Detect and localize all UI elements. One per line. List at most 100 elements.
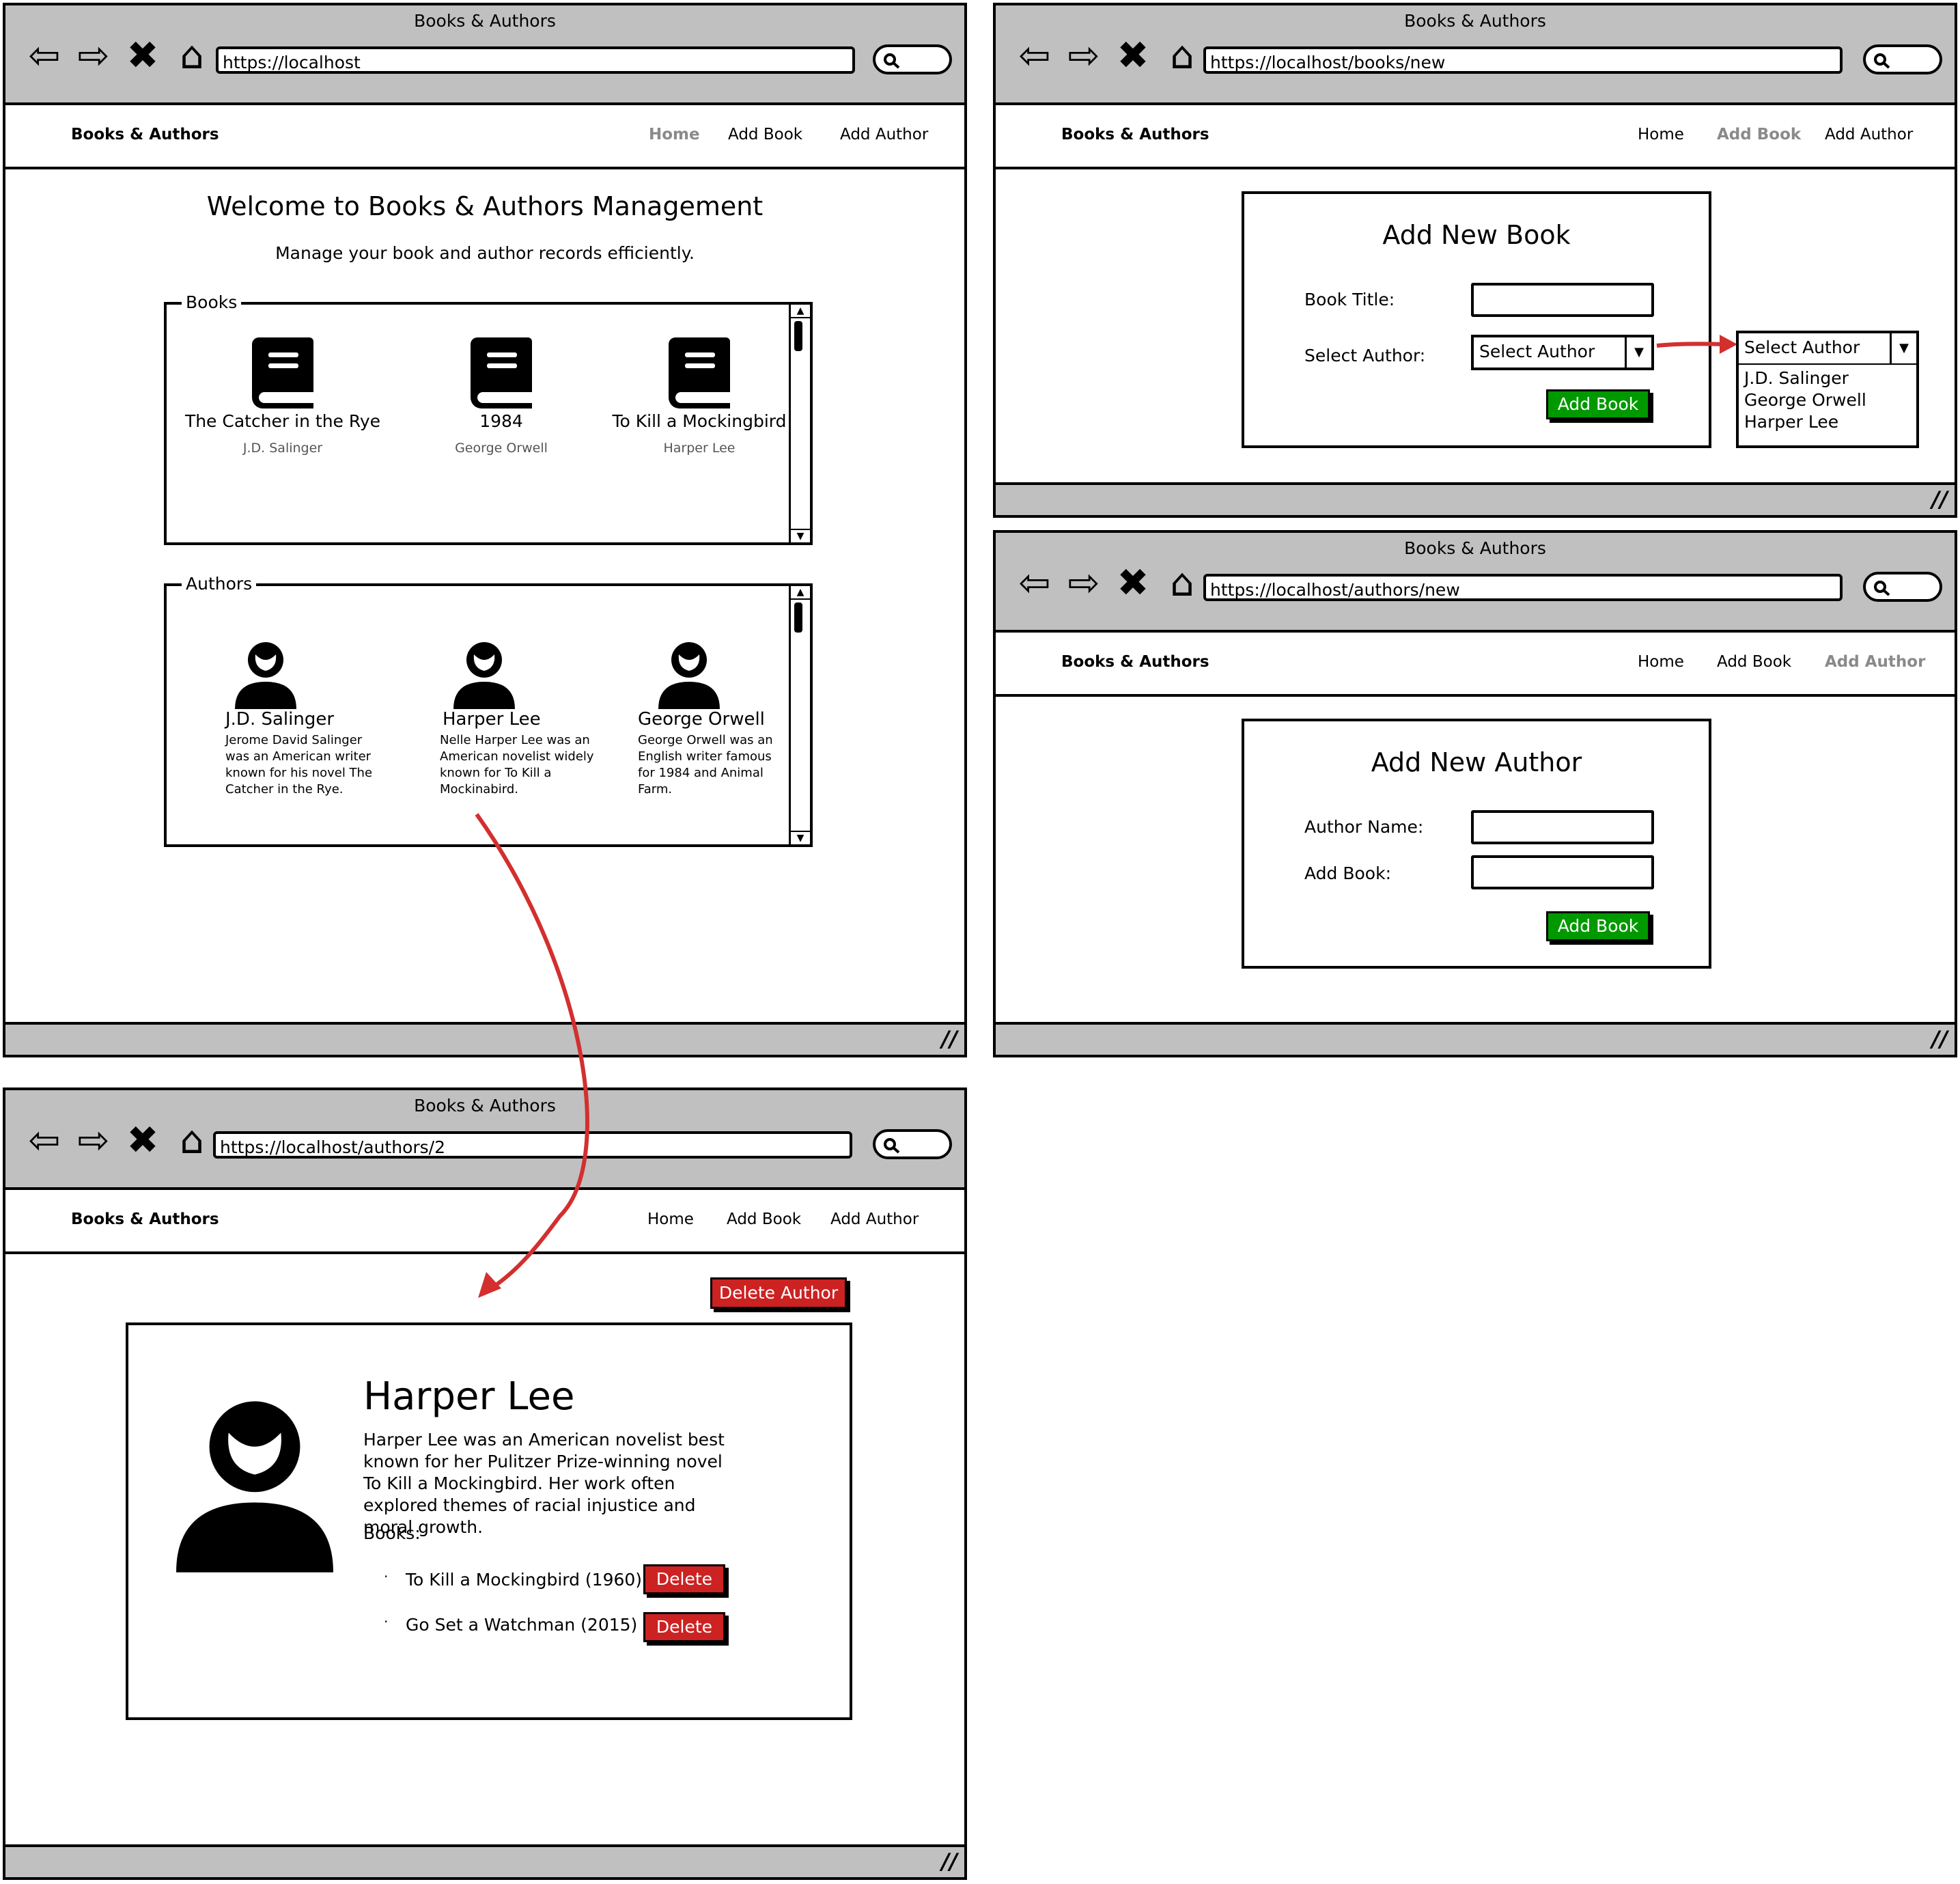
book-author: Harper Lee [663,441,736,456]
back-arrow-icon[interactable]: ⇦ [23,1122,66,1160]
nav-add-author[interactable]: Add Author [1825,126,1913,143]
person-icon [658,642,720,709]
nav-home[interactable]: Home [647,1210,694,1228]
page-subtitle: Manage your book and author records effi… [275,243,695,263]
resize-grip-icon[interactable]: // [1932,1026,1948,1052]
chevron-down-icon[interactable]: ▼ [1625,337,1651,368]
add-author-window: Books & Authors ⇦ ⇨ ✖ ⌂ https://localhos… [993,530,1957,1057]
delete-author-button[interactable]: Delete Author [710,1277,847,1309]
window-title: Books & Authors [1404,538,1546,558]
nav-add-author[interactable]: Add Author [1825,653,1925,671]
brand-logo[interactable]: Books & Authors [71,126,219,143]
nav-home[interactable]: Home [1638,653,1684,671]
scroll-thumb[interactable] [794,602,802,633]
search-box[interactable] [1863,572,1942,602]
author-card[interactable]: Harper Lee Nelle Harper Lee was an Ameri… [440,641,611,798]
home-icon[interactable]: ⌂ [1161,37,1203,75]
author-name[interactable]: J.D. Salinger [225,709,376,730]
add-book-button[interactable]: Add Book [1546,911,1650,941]
books-group: Books ▲ ▼ The Catcher in the Rye J.D. Sa… [164,292,813,545]
search-box[interactable] [1863,44,1942,74]
nav-home[interactable]: Home [649,126,700,143]
delete-book-button[interactable]: Delete [643,1612,725,1642]
url-bar[interactable]: https://localhost [216,46,855,74]
url-bar[interactable]: https://localhost/authors/2 [213,1131,852,1159]
book-card[interactable]: 1984 George Orwell [412,337,590,456]
dropdown-option[interactable]: Harper Lee [1744,411,1911,433]
back-arrow-icon[interactable]: ⇦ [23,37,66,75]
nav-home[interactable]: Home [1638,126,1684,143]
add-book-window: Books & Authors ⇦ ⇨ ✖ ⌂ https://localhos… [993,3,1957,518]
back-arrow-icon[interactable]: ⇦ [1013,564,1056,602]
status-bar: // [996,482,1955,515]
brand-logo[interactable]: Books & Authors [71,1210,219,1228]
add-book-input[interactable] [1471,855,1654,889]
forward-arrow-icon[interactable]: ⇨ [72,1122,115,1160]
status-bar: // [5,1022,964,1055]
book-title-input[interactable] [1471,283,1654,317]
author-name-input[interactable] [1471,810,1654,844]
resize-grip-icon[interactable]: // [1932,486,1948,512]
browser-nav-buttons: ⇦ ⇨ ✖ ⌂ [23,1119,213,1163]
home-window: Books & Authors ⇦ ⇨ ✖ ⌂ https://localhos… [3,3,967,1057]
nav-add-book[interactable]: Add Book [1717,126,1801,143]
close-icon[interactable]: ✖ [122,1122,164,1160]
dropdown-option[interactable]: J.D. Salinger [1744,368,1911,389]
books-group-label: Books [182,292,242,312]
author-select-expanded[interactable]: Select Author ▼ [1736,331,1919,366]
book-title[interactable]: The Catcher in the Rye [180,411,385,431]
chevron-down-icon[interactable]: ▼ [1890,333,1916,363]
resize-grip-icon[interactable]: // [942,1848,957,1874]
delete-book-button[interactable]: Delete [643,1564,725,1594]
url-bar[interactable]: https://localhost/books/new [1203,46,1843,74]
dropdown-option[interactable]: George Orwell [1744,389,1911,411]
authors-group-label: Authors [182,574,257,594]
nav-add-book[interactable]: Add Book [727,1210,801,1228]
browser-nav-buttons: ⇦ ⇨ ✖ ⌂ [1013,34,1203,78]
author-select-value: Select Author [1479,342,1595,361]
add-book-button[interactable]: Add Book [1546,389,1650,419]
book-icon [471,337,532,408]
back-arrow-icon[interactable]: ⇦ [1013,37,1056,75]
author-card[interactable]: George Orwell George Orwell was an Engli… [638,641,788,798]
close-icon[interactable]: ✖ [1112,37,1154,75]
book-title[interactable]: 1984 [412,411,590,431]
scroll-up-icon[interactable]: ▲ [791,586,810,600]
scroll-down-icon[interactable]: ▼ [791,831,810,844]
scroll-up-icon[interactable]: ▲ [791,305,810,318]
nav-add-book[interactable]: Add Book [1717,653,1791,671]
browser-chrome: Books & Authors ⇦ ⇨ ✖ ⌂ https://localhos… [5,1090,964,1190]
book-title[interactable]: To Kill a Mockingbird [597,411,802,431]
app-navbar: Books & Authors Home Add Book Add Author [5,1190,964,1254]
author-card[interactable]: J.D. Salinger Jerome David Salinger was … [225,641,376,798]
book-title[interactable]: Go Set a Watchman (2015) [406,1615,637,1635]
author-name: Harper Lee [363,1374,575,1419]
author-select[interactable]: Select Author ▼ [1471,335,1654,370]
book-title[interactable]: To Kill a Mockingbird (1960) [406,1570,642,1590]
nav-add-author[interactable]: Add Author [840,126,928,143]
home-icon[interactable]: ⌂ [1161,564,1203,602]
forward-arrow-icon[interactable]: ⇨ [1063,37,1105,75]
app-navbar: Books & Authors Home Add Book Add Author [996,105,1955,169]
brand-logo[interactable]: Books & Authors [1061,126,1209,143]
forward-arrow-icon[interactable]: ⇨ [72,37,115,75]
brand-logo[interactable]: Books & Authors [1061,653,1209,671]
nav-add-book[interactable]: Add Book [728,126,802,143]
authors-scrollbar[interactable]: ▲ ▼ [789,586,810,844]
search-box[interactable] [873,44,952,74]
person-icon [453,642,515,709]
search-box[interactable] [873,1129,952,1159]
author-name[interactable]: Harper Lee [440,709,611,730]
close-icon[interactable]: ✖ [1112,564,1154,602]
home-icon[interactable]: ⌂ [171,37,213,75]
scroll-down-icon[interactable]: ▼ [791,529,810,542]
nav-add-author[interactable]: Add Author [830,1210,919,1228]
book-card[interactable]: To Kill a Mockingbird Harper Lee [597,337,802,456]
resize-grip-icon[interactable]: // [942,1026,957,1052]
forward-arrow-icon[interactable]: ⇨ [1063,564,1105,602]
close-icon[interactable]: ✖ [122,37,164,75]
home-icon[interactable]: ⌂ [171,1122,213,1160]
author-name[interactable]: George Orwell [638,709,788,730]
url-bar[interactable]: https://localhost/authors/new [1203,574,1843,601]
book-card[interactable]: The Catcher in the Rye J.D. Salinger [180,337,385,456]
